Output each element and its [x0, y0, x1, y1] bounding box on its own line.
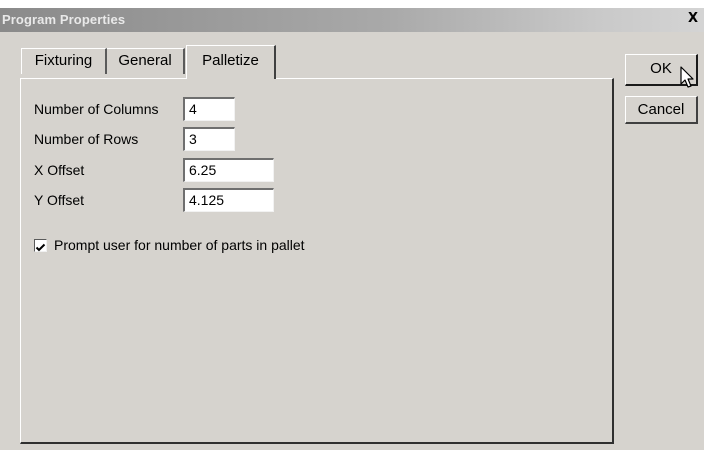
palletize-tab-panel — [20, 78, 614, 444]
cancel-button[interactable]: Cancel — [625, 96, 698, 124]
window-title: Program Properties — [2, 12, 126, 27]
tab-palletize[interactable]: Palletize — [186, 45, 276, 79]
program-properties-dialog: Program Properties X Fixturing General P… — [0, 8, 704, 450]
mouse-pointer-icon — [680, 66, 694, 88]
close-icon[interactable]: X — [684, 10, 702, 28]
tab-general[interactable]: General — [107, 48, 185, 74]
title-bar[interactable]: Program Properties X — [0, 8, 704, 32]
tab-fixturing[interactable]: Fixturing — [21, 48, 107, 74]
